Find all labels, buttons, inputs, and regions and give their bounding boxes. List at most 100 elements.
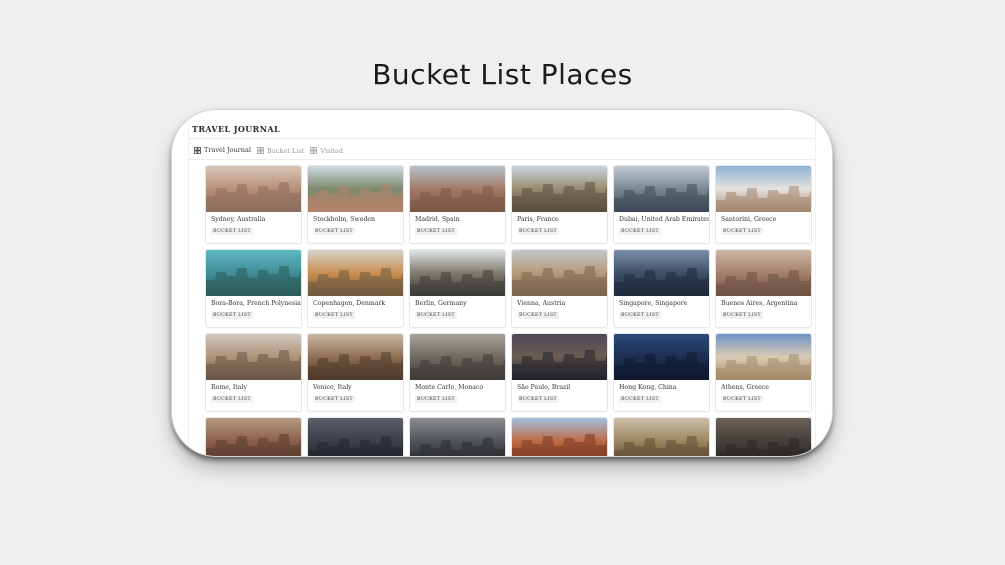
card-cover-image <box>512 418 607 456</box>
gallery-card[interactable]: Berlin, Germany BUCKET LIST <box>410 250 505 327</box>
card-title: Venice, Italy <box>313 384 352 391</box>
gallery-card[interactable]: Monte Carlo, Monaco BUCKET LIST <box>410 334 505 411</box>
card-title: Bora-Bora, French Polynesia <box>211 300 301 307</box>
gallery-card[interactable]: Rome, Italy BUCKET LIST <box>206 334 301 411</box>
gallery-card[interactable]: Singapore, Singapore BUCKET LIST <box>614 250 709 327</box>
status-tag: BUCKET LIST <box>313 396 355 403</box>
gallery-card[interactable]: Bora-Bora, French Polynesia BUCKET LIST <box>206 250 301 327</box>
status-tag: BUCKET LIST <box>211 312 253 319</box>
gallery-icon <box>310 147 318 154</box>
view-tabs: Travel Journal Bucket List Visited <box>194 146 343 160</box>
journal-heading: TRAVEL JOURNAL <box>192 124 281 134</box>
status-tag: BUCKET LIST <box>721 228 763 235</box>
card-cover-image <box>206 334 301 380</box>
tab-label: Bucket List <box>266 146 305 155</box>
card-cover-image <box>308 334 403 380</box>
status-tag: BUCKET LIST <box>415 228 457 235</box>
status-tag: BUCKET LIST <box>721 312 763 319</box>
gallery-card[interactable]: São Paulo, Brazil BUCKET LIST <box>512 334 607 411</box>
app-window: TRAVEL JOURNAL Travel Journal Bucket Lis… <box>172 110 832 456</box>
status-tag: BUCKET LIST <box>517 228 559 235</box>
card-cover-image <box>716 166 811 212</box>
gallery-icon <box>194 146 201 154</box>
card-cover-image <box>614 334 709 380</box>
card-cover-image <box>410 250 505 296</box>
card-title: Berlin, Germany <box>415 300 467 307</box>
card-cover-image <box>206 418 301 456</box>
tab-label: Visited <box>320 146 344 155</box>
card-title: Dubai, United Arab Emirates <box>619 216 709 223</box>
card-cover-image <box>308 418 403 456</box>
card-cover-image <box>614 250 709 296</box>
gallery-card[interactable]: Vienna, Austria BUCKET LIST <box>512 250 607 327</box>
card-title: Sydney, Australia <box>211 216 266 223</box>
page-title: Bucket List Places <box>372 58 633 91</box>
gallery-grid: Sydney, Australia BUCKET LIST Stockholm, S… <box>206 166 811 456</box>
status-tag: BUCKET LIST <box>211 396 253 403</box>
card-cover-image <box>512 334 607 380</box>
card-title: Paris, France <box>517 216 559 223</box>
tab-label: Travel Journal <box>204 146 251 154</box>
card-cover-image <box>716 334 811 380</box>
status-tag: BUCKET LIST <box>415 396 457 403</box>
gallery-card[interactable] <box>716 418 811 456</box>
gallery-card[interactable]: Paris, France BUCKET LIST <box>512 166 607 243</box>
card-title: Hong Kong, China <box>619 384 677 391</box>
gallery-card[interactable]: Stockholm, Sweden BUCKET LIST <box>308 166 403 243</box>
divider <box>188 138 816 139</box>
status-tag: BUCKET LIST <box>313 228 355 235</box>
card-cover-image <box>614 418 709 456</box>
card-title: Madrid, Spain <box>415 216 460 223</box>
gallery-card[interactable]: Dubai, United Arab Emirates BUCKET LIST <box>614 166 709 243</box>
card-title: Santorini, Greece <box>721 216 777 223</box>
status-tag: BUCKET LIST <box>619 228 661 235</box>
gallery-card[interactable]: Venice, Italy BUCKET LIST <box>308 334 403 411</box>
gallery-card[interactable] <box>308 418 403 456</box>
card-title: São Paulo, Brazil <box>517 384 571 391</box>
status-tag: BUCKET LIST <box>517 312 559 319</box>
card-title: Buenos Aires, Argentina <box>721 300 798 307</box>
tab-travel-journal[interactable]: Travel Journal <box>194 146 251 160</box>
status-tag: BUCKET LIST <box>415 312 457 319</box>
card-cover-image <box>410 334 505 380</box>
gallery-card[interactable]: Athens, Greece BUCKET LIST <box>716 334 811 411</box>
card-cover-image <box>206 250 301 296</box>
gallery-card[interactable]: Copenhagen, Denmark BUCKET LIST <box>308 250 403 327</box>
divider <box>188 159 816 160</box>
gallery-card[interactable]: Hong Kong, China BUCKET LIST <box>614 334 709 411</box>
tab-bucket-list[interactable]: Bucket List <box>257 146 304 160</box>
card-title: Singapore, Singapore <box>619 300 688 307</box>
gallery-card[interactable]: Santorini, Greece BUCKET LIST <box>716 166 811 243</box>
card-cover-image <box>206 166 301 212</box>
card-title: Athens, Greece <box>721 384 769 391</box>
status-tag: BUCKET LIST <box>721 396 763 403</box>
card-cover-image <box>716 418 811 456</box>
card-title: Rome, Italy <box>211 384 247 391</box>
card-cover-image <box>410 166 505 212</box>
card-cover-image <box>512 250 607 296</box>
card-cover-image <box>308 166 403 212</box>
gallery-card[interactable]: Buenos Aires, Argentina BUCKET LIST <box>716 250 811 327</box>
gallery-card[interactable] <box>206 418 301 456</box>
tab-visited[interactable]: Visited <box>310 146 343 160</box>
status-tag: BUCKET LIST <box>619 396 661 403</box>
gallery-card[interactable]: Sydney, Australia BUCKET LIST <box>206 166 301 243</box>
card-title: Vienna, Austria <box>517 300 566 307</box>
gallery-card[interactable]: Madrid, Spain BUCKET LIST <box>410 166 505 243</box>
gallery-card[interactable] <box>614 418 709 456</box>
card-cover-image <box>410 418 505 456</box>
status-tag: BUCKET LIST <box>211 228 253 235</box>
status-tag: BUCKET LIST <box>517 396 559 403</box>
status-tag: BUCKET LIST <box>313 312 355 319</box>
card-cover-image <box>614 166 709 212</box>
card-cover-image <box>308 250 403 296</box>
gallery-card[interactable] <box>512 418 607 456</box>
card-cover-image <box>716 250 811 296</box>
card-title: Stockholm, Sweden <box>313 216 375 223</box>
card-cover-image <box>512 166 607 212</box>
card-title: Monte Carlo, Monaco <box>415 384 484 391</box>
gallery-icon <box>257 147 264 154</box>
gallery-card[interactable] <box>410 418 505 456</box>
status-tag: BUCKET LIST <box>619 312 661 319</box>
card-title: Copenhagen, Denmark <box>313 300 386 307</box>
